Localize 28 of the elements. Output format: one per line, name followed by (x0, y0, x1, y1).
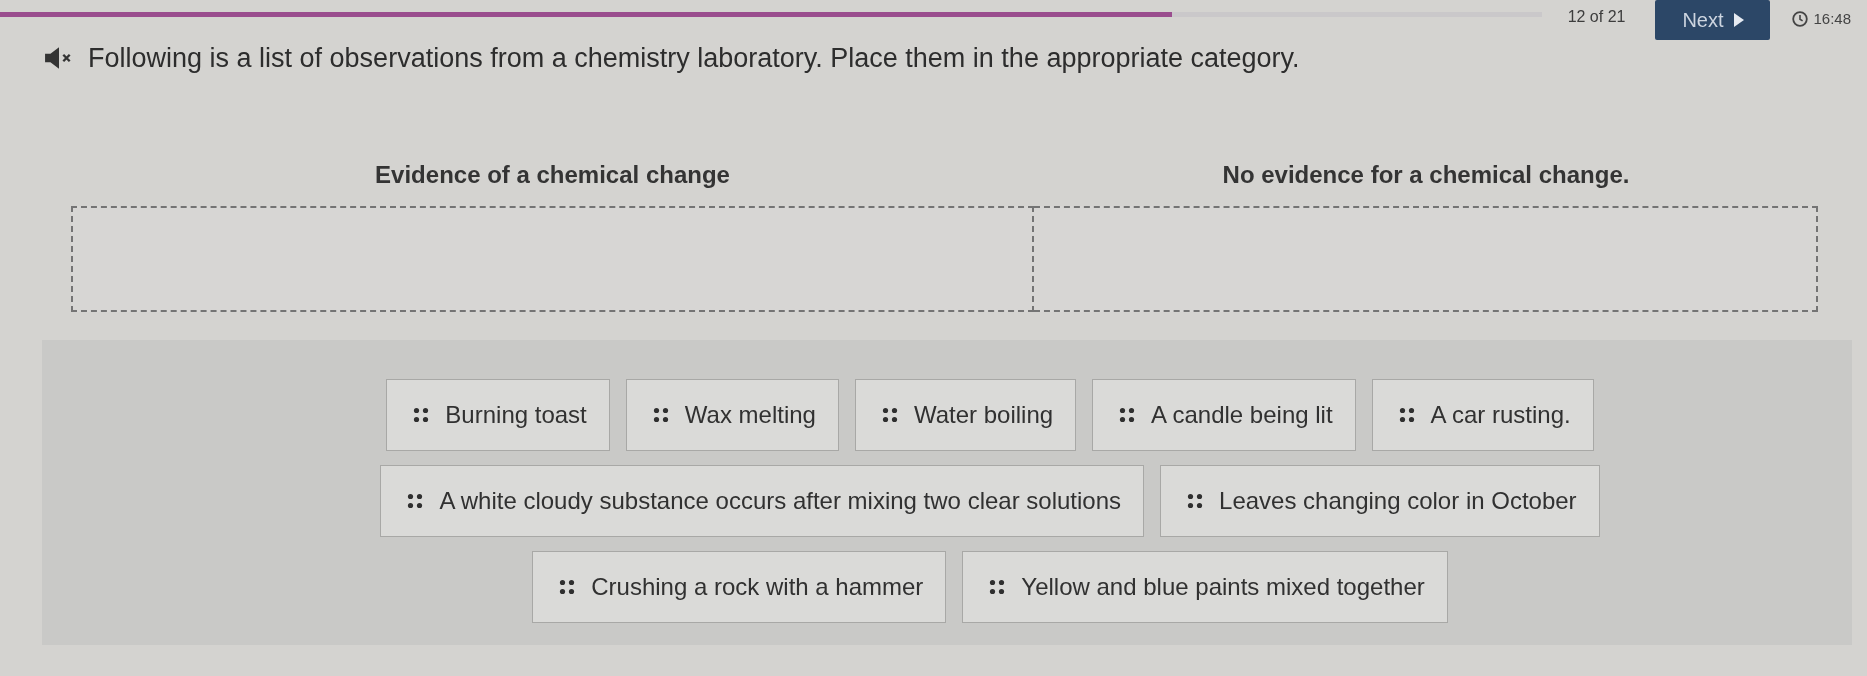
drag-handle-icon (413, 407, 430, 423)
draggable-answer[interactable]: Leaves changing color in October (1160, 465, 1600, 537)
draggable-answer[interactable]: Burning toast (386, 379, 610, 451)
draggable-answer[interactable]: Wax melting (625, 379, 839, 451)
drag-handle-icon (1119, 407, 1136, 423)
drop-zone[interactable] (71, 206, 1034, 312)
category-heading: Evidence of a chemical change (375, 160, 730, 190)
question-counter: 12 of 21 (1567, 8, 1626, 26)
draggable-answer[interactable]: A white cloudy substance occurs after mixing two clear solutions (380, 465, 1145, 537)
drag-handle-icon (1398, 407, 1415, 423)
draggable-answer[interactable]: A car rusting. (1371, 379, 1594, 451)
question-prompt: Following is a list of observations from a chemistry laboratory. Place them in the appropriate category. (88, 42, 1300, 74)
drag-handle-icon (1187, 493, 1204, 509)
draggable-answer[interactable]: Crushing a rock with a hammer (532, 551, 947, 623)
draggable-answer[interactable]: Yellow and blue paints mixed together (962, 551, 1448, 623)
drag-handle-icon (989, 579, 1006, 595)
timer-text: 16:48 (1813, 10, 1851, 27)
draggable-answer[interactable]: Water boiling (854, 379, 1077, 451)
drag-handle-icon (881, 407, 898, 423)
next-button[interactable]: Next (1655, 0, 1771, 40)
caret-right-icon (1733, 13, 1744, 27)
drag-handle-icon (559, 579, 576, 595)
drop-zone[interactable] (1034, 206, 1818, 312)
clock-icon (1792, 10, 1809, 27)
draggable-answer[interactable]: A candle being lit (1092, 379, 1356, 451)
drag-handle-icon (652, 407, 669, 423)
category-heading: No evidence for a chemical change. (1222, 160, 1630, 190)
drag-handle-icon (407, 493, 424, 509)
